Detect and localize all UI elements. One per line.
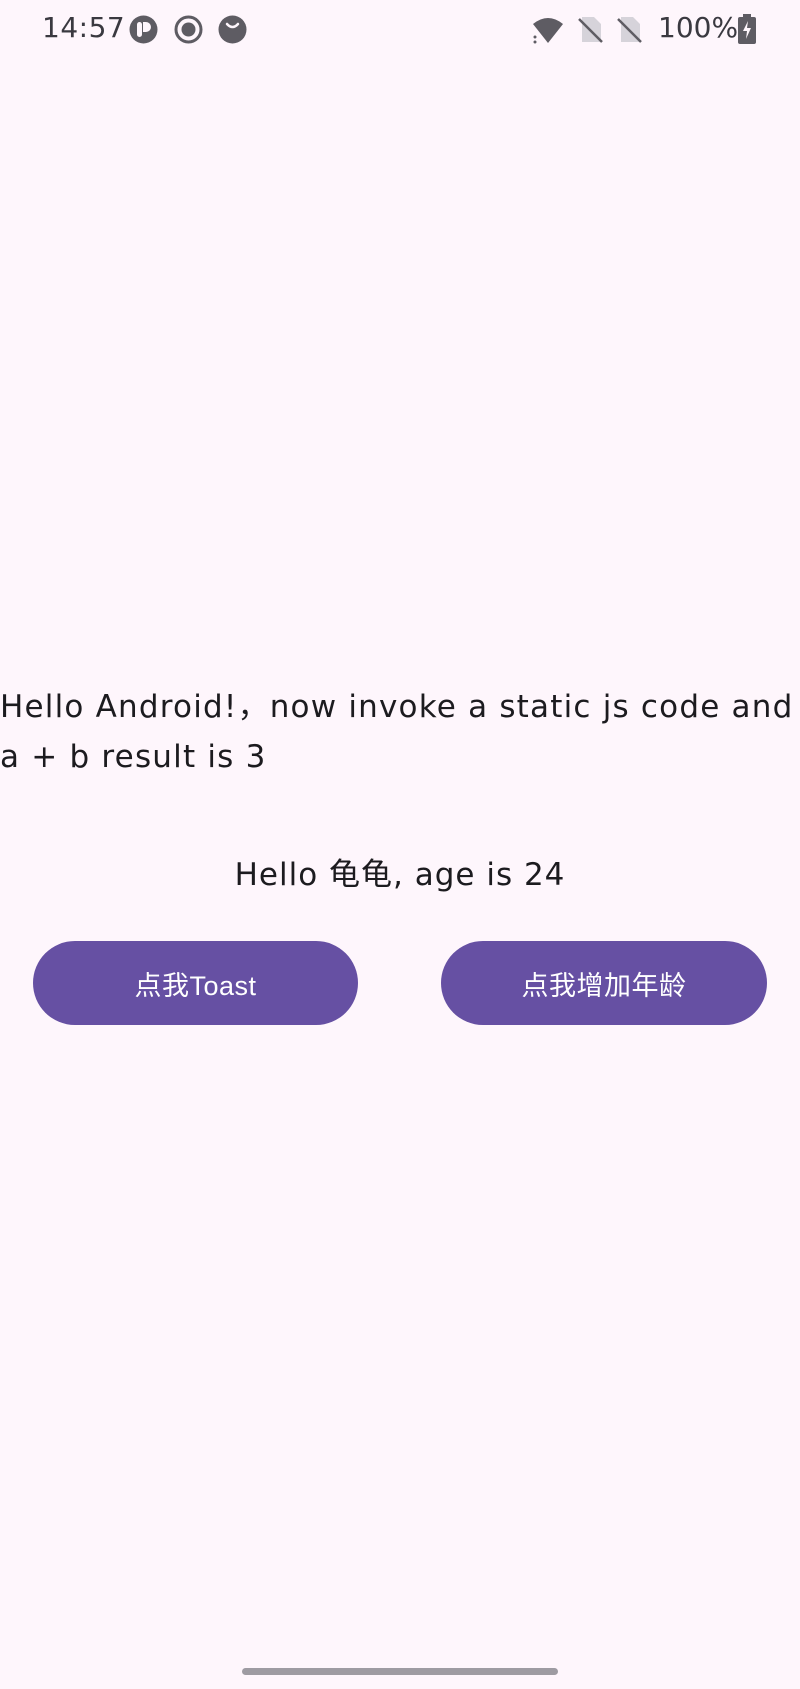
no-sim-icon xyxy=(615,15,644,44)
toast-button[interactable]: 点我Toast xyxy=(33,941,358,1025)
greeting-text: Hello 龟龟, age is 24 xyxy=(234,857,566,893)
face-icon xyxy=(218,15,247,44)
record-icon xyxy=(174,15,203,44)
increase-age-button[interactable]: 点我增加年龄 xyxy=(441,941,767,1025)
status-time: 14:57 xyxy=(42,11,126,44)
app-r-icon xyxy=(129,15,158,44)
home-indicator[interactable] xyxy=(242,1668,558,1675)
status-bar: 14:57 100% xyxy=(0,0,800,60)
no-sim-icon xyxy=(576,15,605,44)
battery-percent: 100% xyxy=(658,11,739,44)
battery-charging-icon xyxy=(738,14,756,44)
wifi-icon xyxy=(531,15,565,44)
app-screen: 14:57 100% Hello Android!，now invoke a s… xyxy=(0,0,800,1689)
js-result-text: Hello Android!，now invoke a static js co… xyxy=(0,689,794,775)
